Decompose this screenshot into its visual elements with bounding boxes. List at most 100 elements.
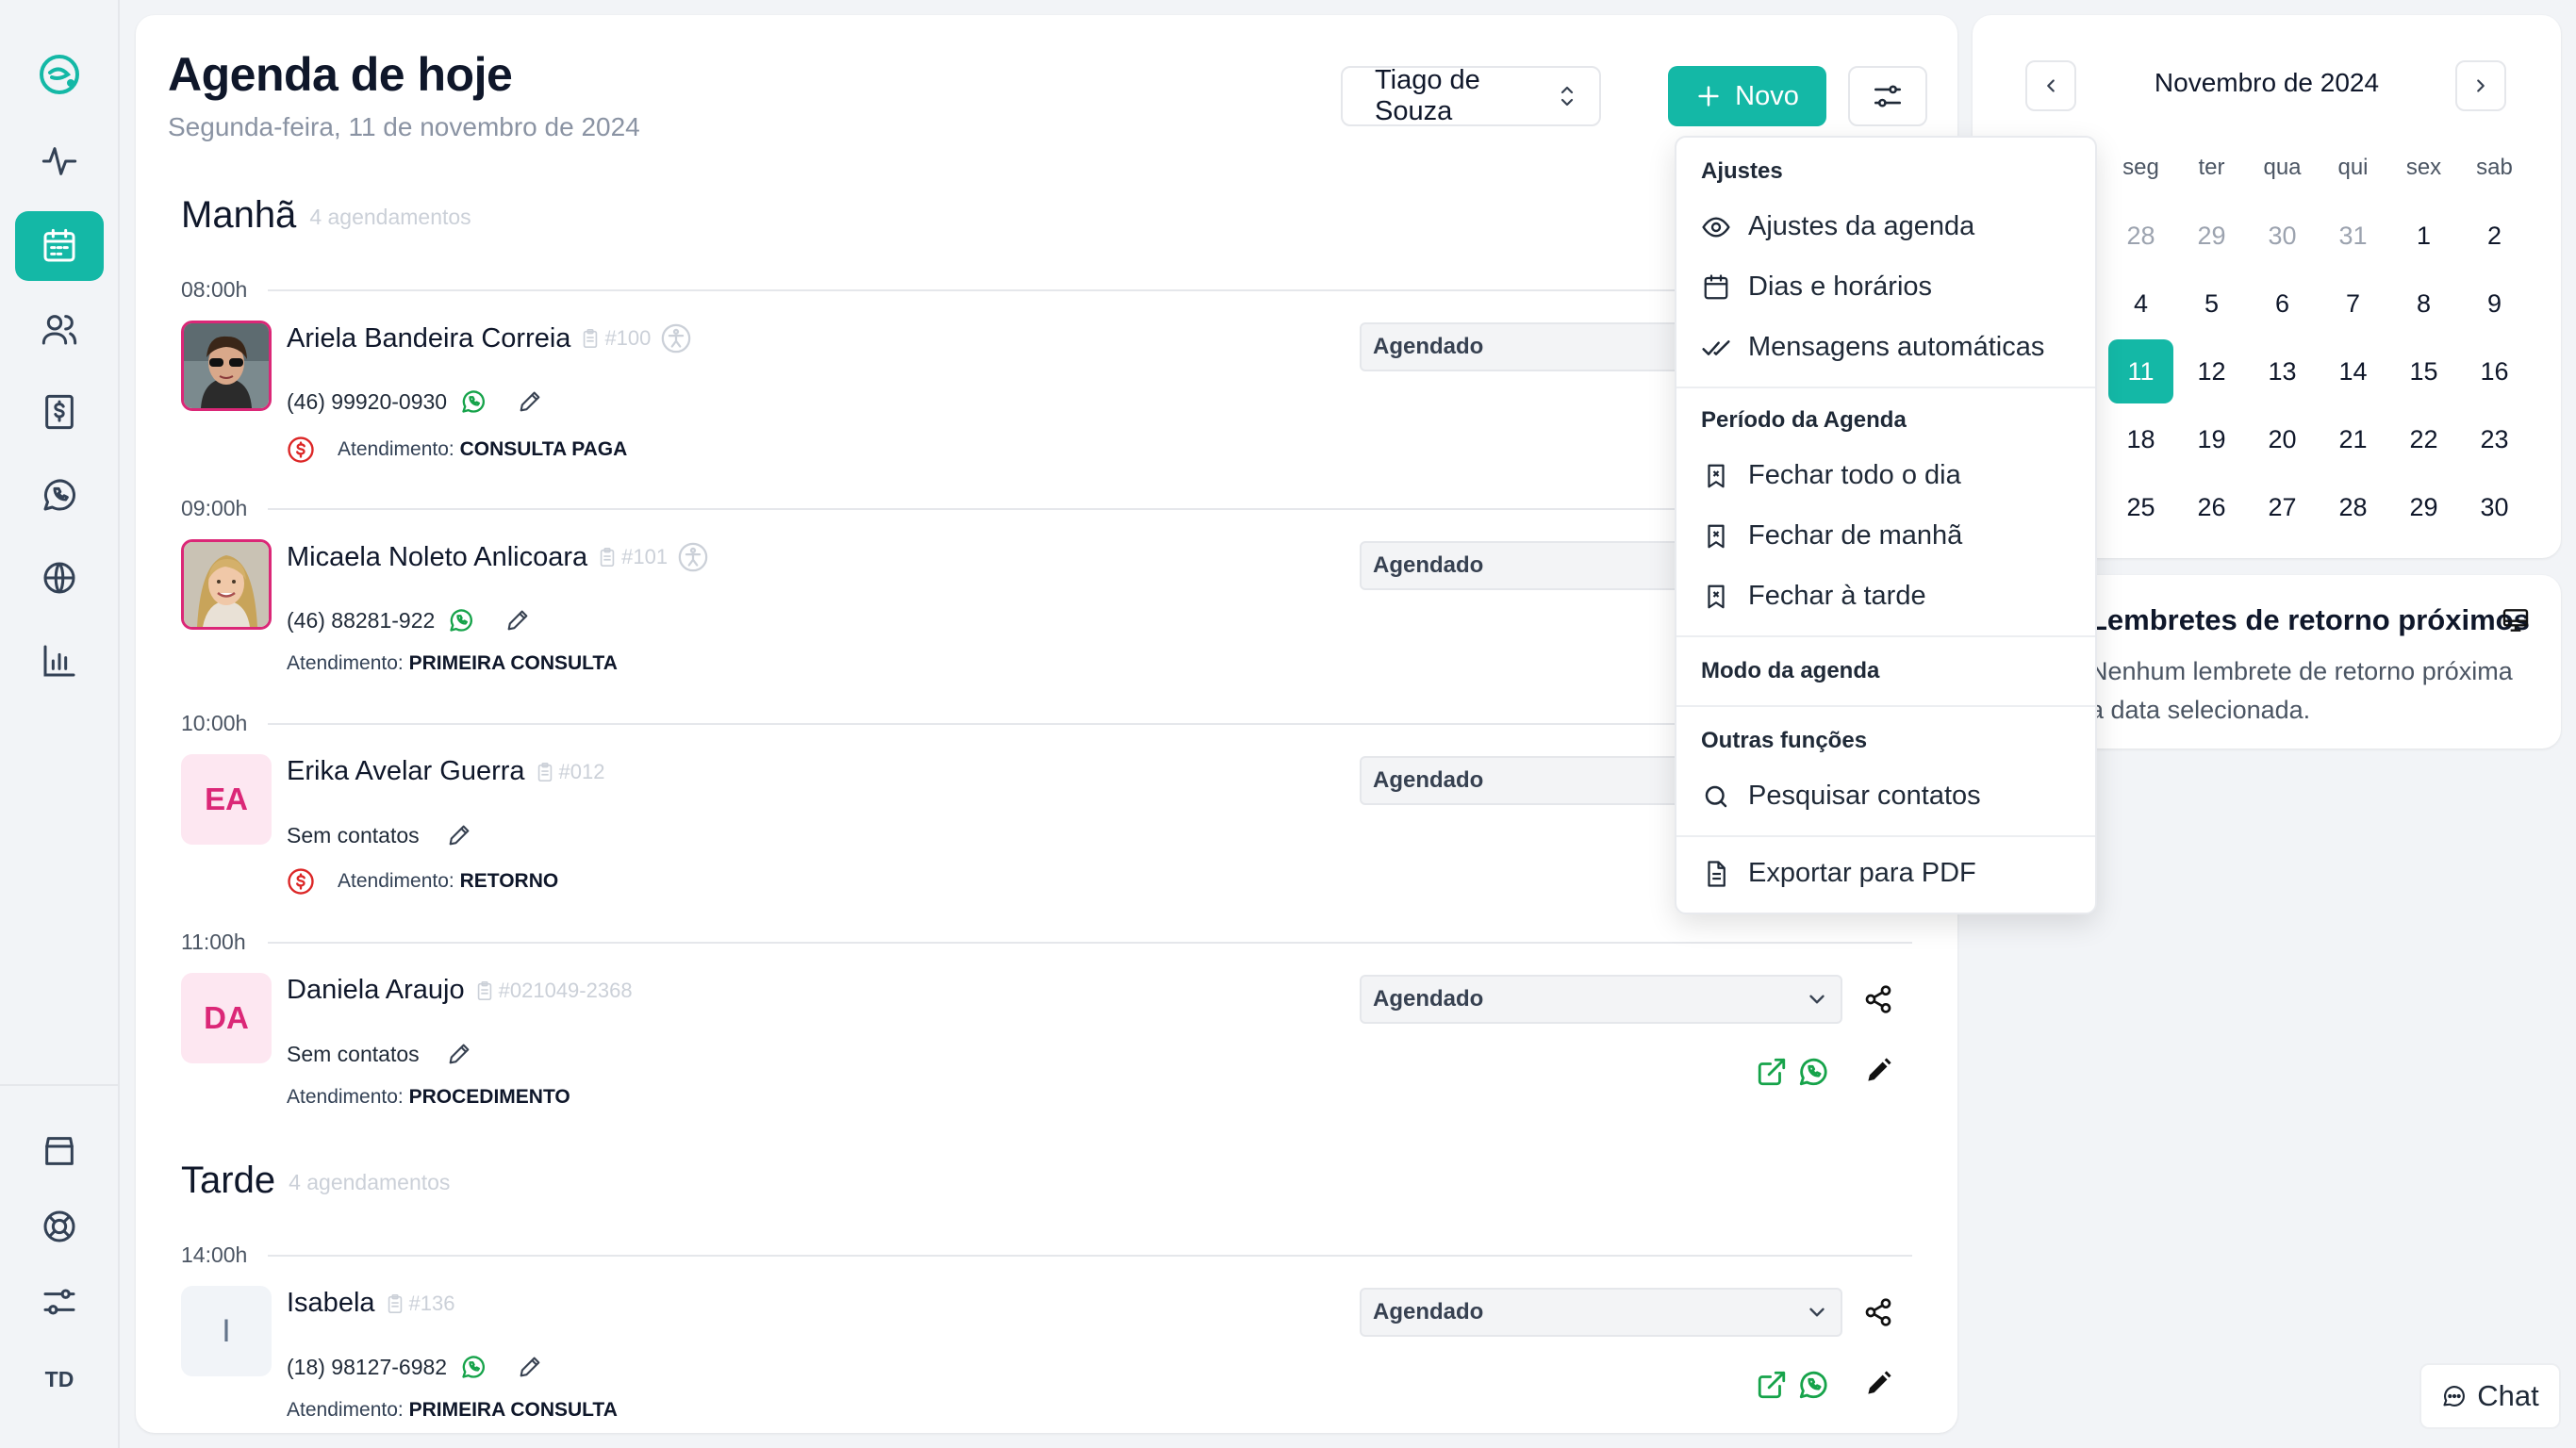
avatar[interactable]: I [181,1286,272,1376]
calendar-day[interactable]: 30 [2247,202,2318,270]
patient-service: Atendimento: PRIMEIRA CONSULTA [287,652,618,675]
calendar-day[interactable]: 27 [2247,473,2318,541]
avatar[interactable]: EA [181,754,272,845]
menu-item-agenda-settings[interactable]: Ajustes da agenda [1701,211,1974,242]
calendar-day[interactable]: 20 [2247,405,2318,473]
edit-icon[interactable] [504,607,531,634]
activity-icon[interactable] [15,126,104,196]
calendar-day[interactable]: 29 [2176,202,2247,270]
monitor-icon[interactable] [2501,605,2531,635]
pencil-icon[interactable] [1863,1056,1893,1086]
calendar-day[interactable]: 21 [2318,405,2388,473]
calendar-day[interactable]: 13 [2247,337,2318,405]
menu-item-close-afternoon[interactable]: Fechar à tarde [1701,581,1926,612]
calendar-day[interactable]: 28 [2105,202,2176,270]
calendar-day[interactable]: 1 [2388,202,2459,270]
chat-button[interactable]: Chat [2419,1363,2561,1429]
patient-name[interactable]: Erika Avelar Guerra #012 [287,756,604,787]
patient-name[interactable]: Daniela Araujo #021049-2368 [287,975,633,1006]
calendar-day[interactable]: 12 [2176,337,2247,405]
patient-id: #100 [580,326,651,351]
agenda-settings-button[interactable] [1848,66,1927,126]
menu-item-auto-messages[interactable]: Mensagens automáticas [1701,332,2044,363]
double-check-icon [1701,333,1731,363]
patient-name[interactable]: Ariela Bandeira Correia #100 [287,322,692,354]
calendar-day[interactable]: 6 [2247,270,2318,337]
calendar-day[interactable]: 8 [2388,270,2459,337]
external-link-icon[interactable] [1756,1056,1788,1088]
patient-name[interactable]: Micaela Noleto Anlicoara #101 [287,541,709,573]
menu-section-title: Ajustes [1701,158,1783,184]
menu-item-days-hours[interactable]: Dias e horários [1701,272,1932,303]
menu-item-label: Mensagens automáticas [1748,332,2045,362]
external-link-icon[interactable] [1756,1369,1788,1401]
period-count: 4 agendamentos [289,1169,451,1194]
menu-item-close-morning[interactable]: Fechar de manhã [1701,520,1962,551]
calendar-day[interactable]: 15 [2388,337,2459,405]
next-month-button[interactable] [2455,60,2506,111]
calendar-day[interactable]: 23 [2459,405,2530,473]
menu-item-label: Ajustes da agenda [1748,211,1975,241]
bar-chart-icon[interactable] [15,626,104,696]
share-icon[interactable] [1863,1297,1893,1327]
professional-select[interactable]: Tiago de Souza [1341,65,1601,126]
edit-icon[interactable] [517,388,543,415]
whatsapp-icon[interactable] [1797,1056,1829,1088]
calendar-day[interactable]: 16 [2459,337,2530,405]
patient-phone-text: (46) 88281-922 [287,607,436,633]
whatsapp-icon[interactable] [1797,1369,1829,1401]
calendar-day[interactable]: 30 [2459,473,2530,541]
professional-select-value: Tiago de Souza [1375,65,1480,126]
new-appointment-button[interactable]: Novo [1668,66,1826,126]
chevron-up-down-icon [1556,83,1578,109]
calendar-day[interactable]: 25 [2105,473,2176,541]
avatar[interactable]: DA [181,973,272,1063]
menu-item-search-contacts[interactable]: Pesquisar contatos [1701,781,1981,812]
calendar-day[interactable]: 22 [2388,405,2459,473]
calendar-day[interactable]: 26 [2176,473,2247,541]
menu-item-export-pdf[interactable]: Exportar para PDF [1701,858,1976,889]
status-select[interactable]: Agendado [1360,975,1842,1024]
store-icon[interactable] [15,1116,104,1186]
menu-item-close-day[interactable]: Fechar todo o dia [1701,460,1961,491]
service-label: Atendimento: [287,652,404,674]
logo-icon[interactable] [15,40,104,109]
calendar-day[interactable]: 4 [2105,270,2176,337]
clipboard-icon [597,546,618,568]
whatsapp-icon[interactable] [460,1354,487,1380]
avatar[interactable] [181,321,272,411]
period-count: 4 agendamentos [309,204,471,229]
calendar-day-selected[interactable]: 11 [2108,339,2173,403]
menu-section-title[interactable]: Modo da agenda [1701,658,1879,684]
patient-name[interactable]: Isabela #136 [287,1288,454,1319]
help-icon[interactable] [15,1192,104,1261]
finance-icon[interactable] [15,377,104,447]
calendar-day[interactable]: 31 [2318,202,2388,270]
calendar-day[interactable]: 28 [2318,473,2388,541]
pencil-icon[interactable] [1863,1369,1893,1399]
calendar-day[interactable]: 2 [2459,202,2530,270]
edit-icon[interactable] [517,1354,543,1380]
user-initials[interactable]: TD [15,1358,104,1401]
calendar-icon[interactable] [15,211,104,281]
share-icon[interactable] [1863,984,1893,1014]
calendar-day[interactable]: 5 [2176,270,2247,337]
settings-icon[interactable] [15,1267,104,1337]
calendar-day[interactable]: 9 [2459,270,2530,337]
users-icon[interactable] [15,294,104,364]
whatsapp-icon[interactable] [15,460,104,530]
whatsapp-icon[interactable] [460,388,487,415]
calendar-day[interactable]: 14 [2318,337,2388,405]
edit-icon[interactable] [446,822,472,848]
calendar-day[interactable]: 29 [2388,473,2459,541]
clipboard-icon [385,1292,405,1315]
calendar-day[interactable]: 18 [2105,405,2176,473]
menu-item-label: Fechar à tarde [1748,581,1926,611]
calendar-day[interactable]: 7 [2318,270,2388,337]
globe-icon[interactable] [15,543,104,613]
whatsapp-icon[interactable] [448,607,474,634]
edit-icon[interactable] [446,1041,472,1067]
calendar-day[interactable]: 19 [2176,405,2247,473]
status-select[interactable]: Agendado [1360,1288,1842,1337]
avatar[interactable] [181,539,272,630]
